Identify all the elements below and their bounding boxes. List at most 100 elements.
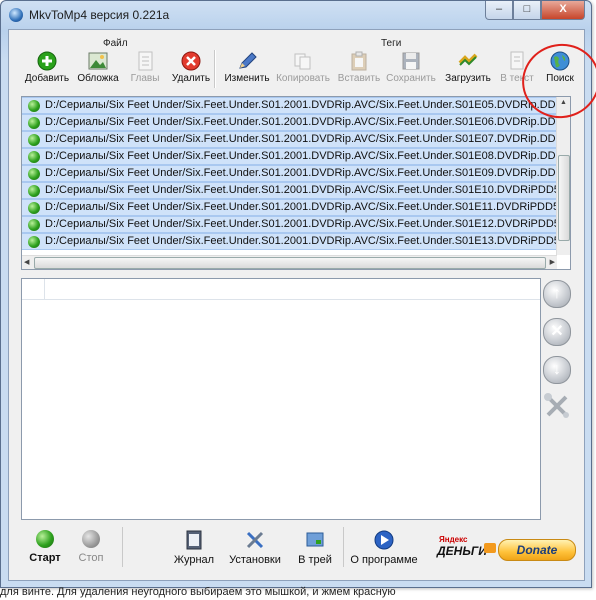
client-area: Файл Теги Добавить Обложка Главы Удалить… xyxy=(8,29,585,581)
status-ok-icon xyxy=(28,100,40,112)
log-icon xyxy=(184,530,204,550)
stop-icon xyxy=(82,530,100,548)
background-text: для винте. Для удаления неугодного выбир… xyxy=(0,586,396,598)
group-label-tags: Теги xyxy=(381,38,402,49)
floppy-icon xyxy=(400,51,422,71)
task-list-header xyxy=(22,279,540,300)
add-label: Добавить xyxy=(24,73,70,84)
status-ok-icon xyxy=(28,134,40,146)
clipboard-icon xyxy=(348,51,370,71)
edit-label: Изменить xyxy=(224,73,270,84)
save-button[interactable]: Сохранить xyxy=(385,50,437,90)
start-label: Старт xyxy=(29,552,61,564)
settings-label: Установки xyxy=(229,554,281,566)
file-row[interactable]: D:/Сериалы/Six Feet Under/Six.Feet.Under… xyxy=(22,216,570,233)
file-row[interactable]: D:/Сериалы/Six Feet Under/Six.Feet.Under… xyxy=(22,233,570,250)
copy-button[interactable]: Копировать xyxy=(275,50,331,90)
copy-label: Копировать xyxy=(276,73,330,84)
about-button[interactable]: О программе xyxy=(349,527,419,566)
start-button[interactable]: Старт xyxy=(25,527,65,564)
maximize-button[interactable]: □ xyxy=(513,1,541,20)
file-row[interactable]: D:/Сериалы/Six Feet Under/Six.Feet.Under… xyxy=(22,199,570,216)
file-row[interactable]: D:/Сериалы/Six Feet Under/Six.Feet.Under… xyxy=(22,148,570,165)
tray-label: В трей xyxy=(298,554,332,566)
pencil-icon xyxy=(236,51,258,71)
file-row[interactable]: D:/Сериалы/Six Feet Under/Six.Feet.Under… xyxy=(22,182,570,199)
status-ok-icon xyxy=(28,219,40,231)
remove-task-button[interactable]: ✕ xyxy=(543,318,571,346)
file-row[interactable]: D:/Сериалы/Six Feet Under/Six.Feet.Under… xyxy=(22,165,570,182)
task-list-header-cell xyxy=(22,279,45,299)
file-path: D:/Сериалы/Six Feet Under/Six.Feet.Under… xyxy=(45,184,571,196)
donate-button[interactable]: Donate xyxy=(498,539,576,561)
status-ok-icon xyxy=(28,236,40,248)
delete-button[interactable]: Удалить xyxy=(169,50,213,90)
scroll-left-icon[interactable]: ◀ xyxy=(24,258,29,266)
main-window: MkvToMp4 версия 0.221a – □ X Файл Теги Д… xyxy=(0,0,592,588)
horizontal-scroll-thumb[interactable] xyxy=(34,257,546,269)
tools-button[interactable] xyxy=(543,392,571,420)
settings-button[interactable]: Установки xyxy=(225,527,285,566)
bottom-separator xyxy=(343,527,344,567)
file-path: D:/Сериалы/Six Feet Under/Six.Feet.Under… xyxy=(45,99,571,111)
window-title: MkvToMp4 версия 0.221a xyxy=(29,8,170,22)
file-row[interactable]: D:/Сериалы/Six Feet Under/Six.Feet.Under… xyxy=(22,131,570,148)
title-bar[interactable]: MkvToMp4 версия 0.221a – □ X xyxy=(1,1,591,29)
bottom-bar: Старт Стоп Журнал Установки В трей О про… xyxy=(19,527,579,577)
cover-button[interactable]: Обложка xyxy=(76,50,120,90)
status-ok-icon xyxy=(28,117,40,129)
tray-button[interactable]: В трей xyxy=(293,527,337,566)
vertical-scroll-thumb[interactable] xyxy=(558,155,570,241)
close-button[interactable]: X xyxy=(541,1,585,20)
tray-icon xyxy=(305,530,325,550)
scroll-right-icon[interactable]: ▶ xyxy=(550,258,555,266)
file-path: D:/Сериалы/Six Feet Under/Six.Feet.Under… xyxy=(45,116,571,128)
task-list[interactable] xyxy=(21,278,541,520)
paste-label: Вставить xyxy=(337,73,381,84)
yandex-money-logo-top: Яндекс xyxy=(439,535,468,544)
file-path: D:/Сериалы/Six Feet Under/Six.Feet.Under… xyxy=(45,133,571,145)
status-ok-icon xyxy=(28,202,40,214)
log-label: Журнал xyxy=(173,554,215,566)
status-ok-icon xyxy=(28,168,40,180)
log-button[interactable]: Журнал xyxy=(171,527,217,566)
file-path: D:/Сериалы/Six Feet Under/Six.Feet.Under… xyxy=(45,235,571,247)
arrow-up-icon: ↑ xyxy=(543,280,571,308)
about-label: О программе xyxy=(350,554,418,566)
load-button[interactable]: Загрузить xyxy=(443,50,493,90)
paste-button[interactable]: Вставить xyxy=(337,50,381,90)
file-list[interactable]: D:/Сериалы/Six Feet Under/Six.Feet.Under… xyxy=(21,96,571,270)
move-up-button[interactable]: ↑ xyxy=(543,280,571,308)
stop-button[interactable]: Стоп xyxy=(71,527,111,564)
file-path: D:/Сериалы/Six Feet Under/Six.Feet.Under… xyxy=(45,201,571,213)
delete-icon xyxy=(180,51,202,71)
arrow-down-icon: ↓ xyxy=(543,356,571,384)
bottom-separator xyxy=(122,527,123,567)
edit-button[interactable]: Изменить xyxy=(224,50,270,90)
file-row[interactable]: D:/Сериалы/Six Feet Under/Six.Feet.Under… xyxy=(22,114,570,131)
file-path: D:/Сериалы/Six Feet Under/Six.Feet.Under… xyxy=(45,167,571,179)
tools-icon xyxy=(245,530,265,550)
yandex-money-logo-bottom[interactable]: ДЕНЬГИ xyxy=(437,544,487,558)
minimize-button[interactable]: – xyxy=(485,1,513,20)
delete-label: Удалить xyxy=(171,73,211,84)
start-icon xyxy=(36,530,54,548)
file-path: D:/Сериалы/Six Feet Under/Six.Feet.Under… xyxy=(45,218,571,230)
window-controls: – □ X xyxy=(485,1,585,21)
group-label-file: Файл xyxy=(103,38,128,49)
status-ok-icon xyxy=(28,185,40,197)
save-label: Сохранить xyxy=(386,73,436,84)
wallet-icon xyxy=(484,543,496,553)
horizontal-scrollbar[interactable]: ◀ ▶ xyxy=(22,255,557,269)
tools-icon xyxy=(543,392,571,425)
add-icon xyxy=(36,51,58,71)
vertical-scrollbar[interactable]: ▲ xyxy=(556,97,570,255)
add-button[interactable]: Добавить xyxy=(24,50,70,90)
stop-label: Стоп xyxy=(78,552,104,564)
play-icon xyxy=(374,530,394,550)
file-row[interactable]: D:/Сериалы/Six Feet Under/Six.Feet.Under… xyxy=(22,97,570,114)
close-icon: ✕ xyxy=(543,318,571,346)
file-path: D:/Сериалы/Six Feet Under/Six.Feet.Under… xyxy=(45,150,571,162)
chapters-button[interactable]: Главы xyxy=(125,50,165,90)
move-down-button[interactable]: ↓ xyxy=(543,356,571,384)
